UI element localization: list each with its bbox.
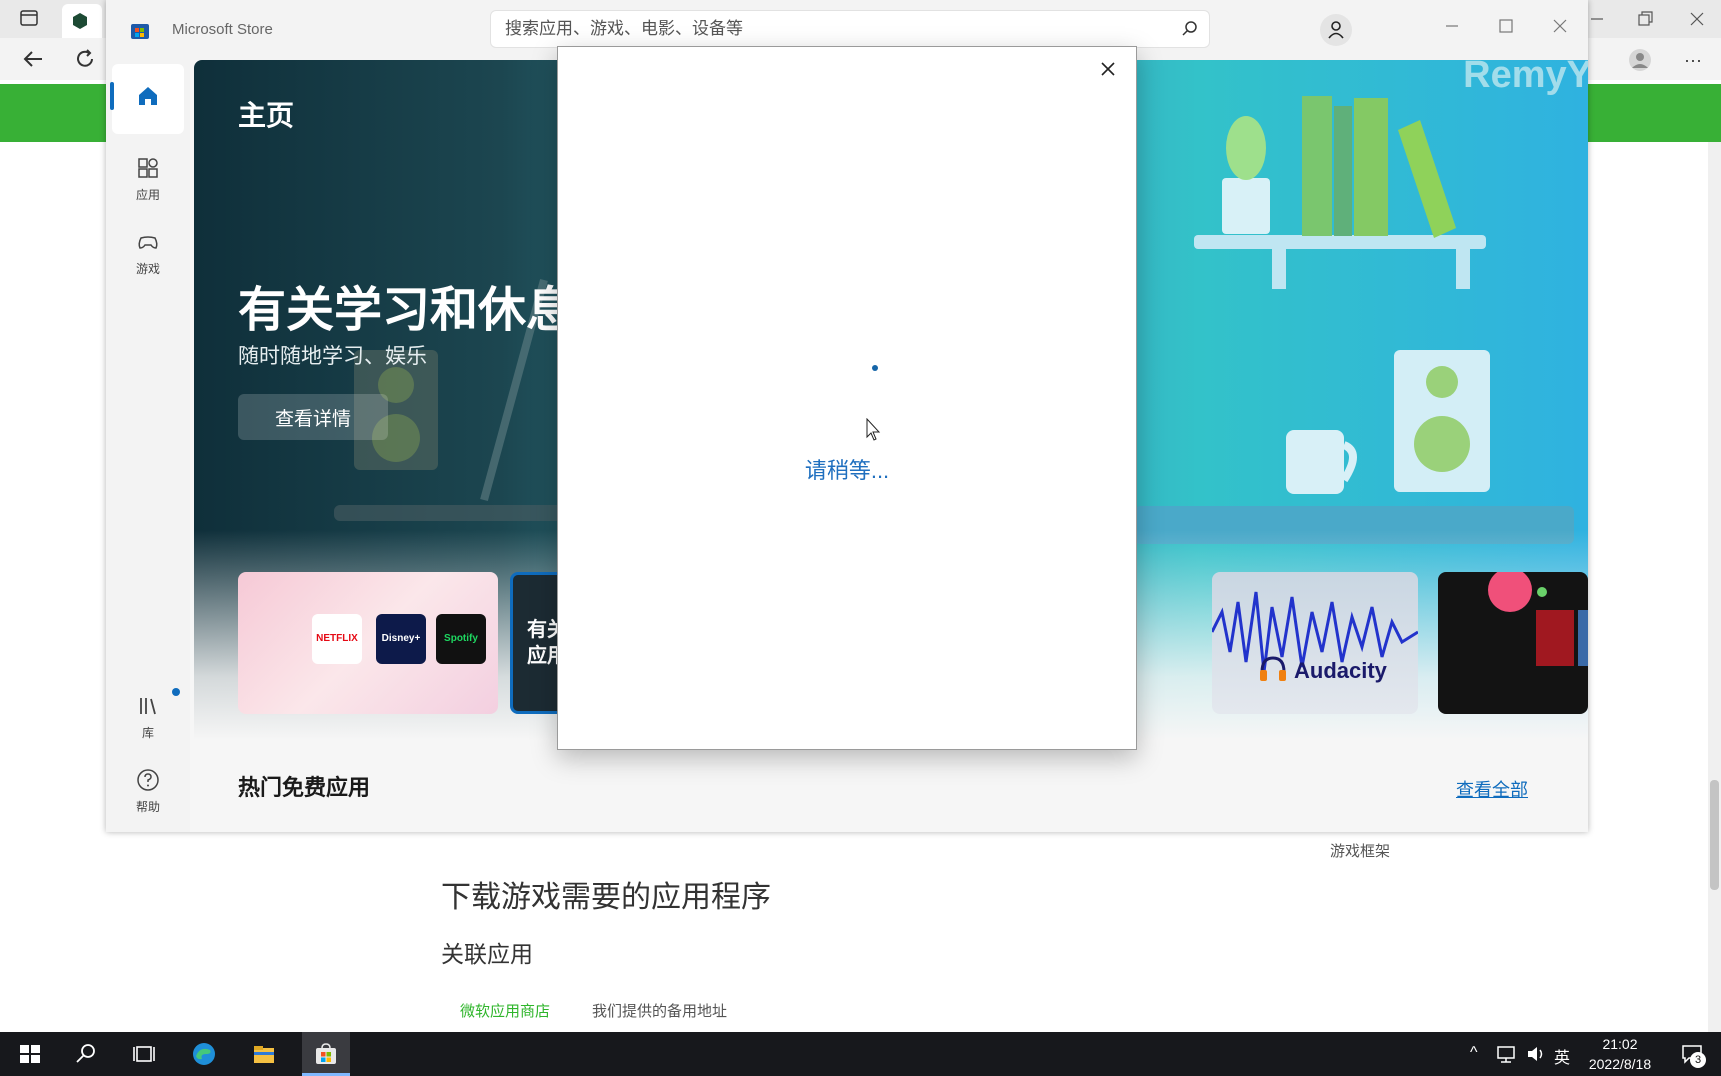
- browser-restore-icon[interactable]: [1636, 10, 1654, 28]
- nav-help[interactable]: 帮助: [112, 754, 184, 824]
- store-close-icon[interactable]: [1550, 16, 1570, 36]
- taskbar-search-icon[interactable]: [74, 1042, 98, 1066]
- page-heading: 下载游戏需要的应用程序: [441, 881, 771, 914]
- task-view-icon[interactable]: [132, 1042, 156, 1066]
- library-update-dot: [172, 688, 180, 696]
- view-details-button[interactable]: 查看详情: [238, 394, 388, 440]
- clock-time: 21:02: [1602, 1036, 1638, 1052]
- browser-tab[interactable]: [62, 4, 102, 38]
- nav-help-label: 帮助: [135, 800, 160, 814]
- game-framework-label: 游戏框架: [1330, 843, 1391, 860]
- browser-close-icon[interactable]: [1688, 10, 1706, 28]
- refresh-icon[interactable]: [74, 48, 96, 70]
- audacity-label: Audacity: [1294, 658, 1387, 683]
- store-minimize-icon[interactable]: [1442, 16, 1462, 36]
- hero-headline: 有关学习和休息: [238, 284, 575, 337]
- nav-apps[interactable]: 应用: [112, 142, 184, 212]
- store-sidebar: 应用 游戏 库 帮助: [106, 60, 190, 832]
- store-logo-icon: [131, 24, 149, 39]
- nav-apps-label: 应用: [135, 188, 160, 202]
- library-icon: [140, 698, 156, 715]
- nav-games-label: 游戏: [135, 262, 160, 276]
- taskbar-clock[interactable]: 21:02 2022/8/18: [1580, 1034, 1660, 1074]
- network-icon[interactable]: [1496, 1044, 1516, 1064]
- games-card[interactable]: [1438, 572, 1588, 714]
- section-title-free-apps: 热门免费应用: [238, 775, 371, 800]
- audacity-headphones-icon: [1260, 656, 1286, 681]
- mouse-cursor-icon: [866, 418, 881, 441]
- audacity-card[interactable]: Audacity: [1212, 572, 1418, 714]
- search-input[interactable]: [491, 11, 1171, 47]
- microsoft-store-taskbar-icon[interactable]: [314, 1042, 338, 1066]
- tray-chevron-icon[interactable]: ^: [1470, 1044, 1478, 1062]
- loading-dialog: 请稍等...: [557, 46, 1137, 750]
- tab-actions-icon[interactable]: [20, 9, 38, 27]
- watermark-text: RemyY: [1463, 60, 1588, 96]
- nav-library-label: 库: [141, 726, 154, 740]
- streaming-apps-card[interactable]: NETFLIX Disney+ Spotify: [238, 572, 498, 714]
- browser-minimize-icon[interactable]: [1588, 10, 1606, 28]
- dialog-wait-text: 请稍等...: [804, 458, 890, 483]
- nav-library[interactable]: 库: [112, 680, 184, 750]
- browser-more-icon[interactable]: ···: [1684, 50, 1702, 71]
- ime-indicator[interactable]: 英: [1554, 1044, 1570, 1068]
- apps-icon: [138, 158, 158, 178]
- store-title: Microsoft Store: [172, 21, 273, 38]
- backup-link[interactable]: 我们提供的备用地址: [592, 1000, 727, 1021]
- account-button[interactable]: [1320, 14, 1352, 46]
- store-link[interactable]: 微软应用商店: [460, 1000, 550, 1021]
- volume-icon[interactable]: [1526, 1044, 1546, 1064]
- home-icon: [139, 87, 157, 105]
- games-collage: [1488, 572, 1588, 666]
- search-box[interactable]: [490, 10, 1210, 48]
- view-all-link[interactable]: 查看全部: [1456, 776, 1528, 802]
- edge-browser-icon[interactable]: [192, 1042, 216, 1066]
- netflix-logo: NETFLIX: [312, 614, 362, 664]
- page-scrollbar-thumb[interactable]: [1710, 780, 1719, 890]
- user-icon: [1328, 21, 1344, 39]
- page-subheading: 关联应用: [441, 941, 533, 967]
- gamepad-icon: [138, 236, 158, 249]
- tab-favicon-icon: [73, 13, 87, 29]
- help-icon: [137, 769, 159, 791]
- search-icon[interactable]: [1181, 20, 1199, 38]
- hero-subtitle: 随时随地学习、娱乐: [238, 345, 427, 368]
- spotify-logo: Spotify: [436, 614, 486, 664]
- file-explorer-icon[interactable]: [252, 1042, 276, 1066]
- windows-start-icon[interactable]: [18, 1042, 42, 1066]
- waveform-graphic: [1212, 591, 1418, 673]
- loading-spinner: [872, 365, 878, 371]
- browser-profile-icon[interactable]: [1628, 48, 1652, 72]
- nav-active-indicator: [110, 82, 114, 110]
- store-maximize-icon[interactable]: [1496, 16, 1516, 36]
- notification-count-badge: 3: [1690, 1052, 1706, 1068]
- disney-logo: Disney+: [376, 614, 426, 664]
- nav-games[interactable]: 游戏: [112, 216, 184, 286]
- back-arrow-icon[interactable]: [22, 48, 44, 70]
- page-scrollbar[interactable]: [1708, 142, 1721, 1032]
- taskbar: ^ 英 21:02 2022/8/18 3: [0, 1032, 1721, 1076]
- page-title: 主页: [238, 100, 295, 131]
- clock-date: 2022/8/18: [1588, 1056, 1652, 1072]
- nav-home[interactable]: [110, 64, 184, 134]
- dialog-close-icon[interactable]: [1098, 59, 1118, 79]
